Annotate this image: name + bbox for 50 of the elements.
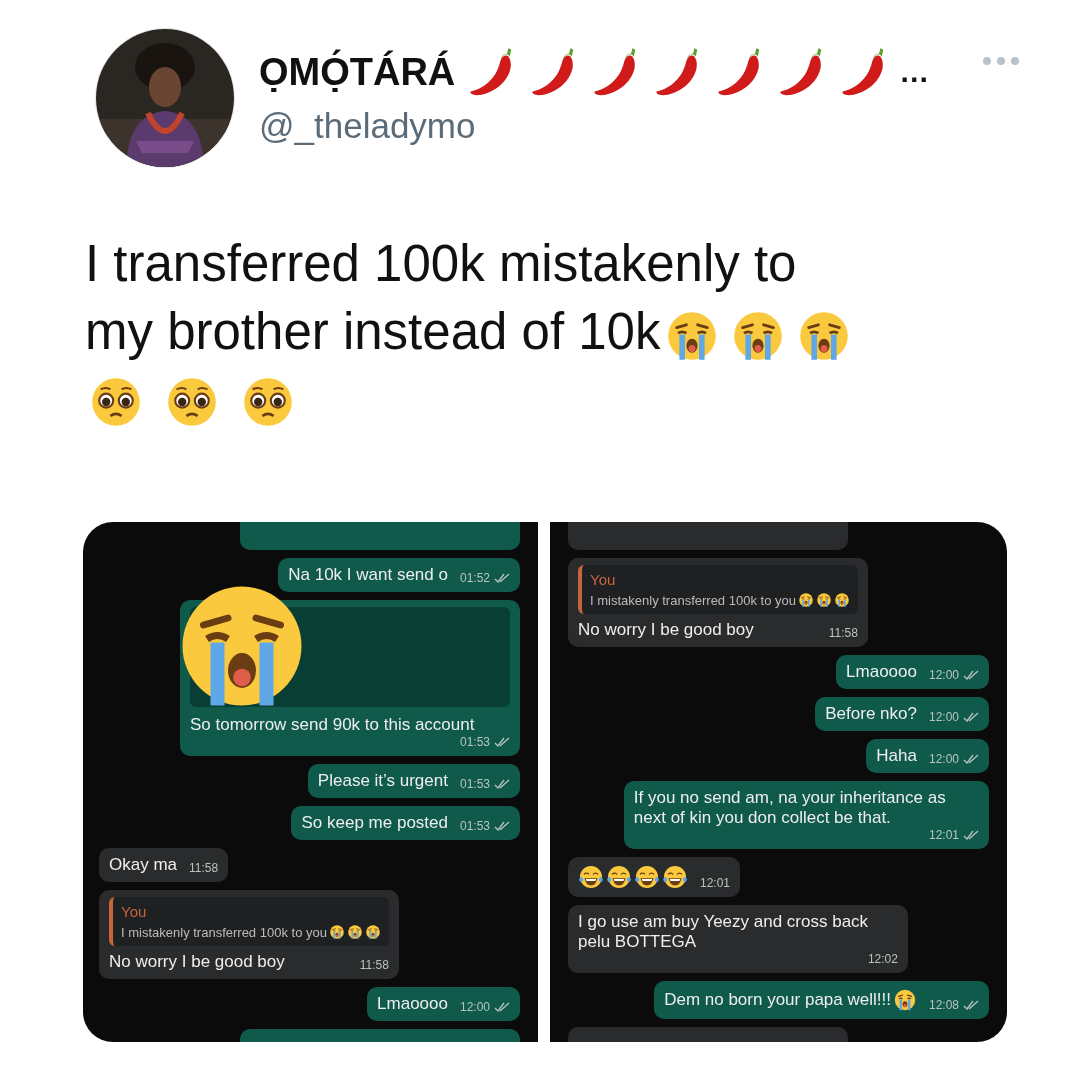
- message-time: 01:53: [459, 819, 490, 833]
- laughing-face-icon: [606, 864, 632, 890]
- message-text: No worry I be good boy: [109, 952, 286, 972]
- message-time: 01:53: [459, 777, 490, 791]
- message-text: Please it’s urgent: [317, 771, 448, 791]
- message-text: Haha: [876, 746, 917, 766]
- crying-face-icon: [833, 592, 850, 608]
- message-time: 11:58: [189, 861, 219, 875]
- quote-author: You: [590, 571, 617, 588]
- quote-text: I mistakenly transferred 100k to you: [590, 592, 796, 608]
- message-text: Before nko?: [825, 704, 917, 724]
- message-text: Lmaoooo: [377, 994, 448, 1014]
- message-time: 11:58: [828, 626, 858, 640]
- laughing-face-icon: [578, 864, 604, 890]
- crying-face-icon: [328, 924, 345, 940]
- crying-face-icon: [364, 924, 381, 940]
- crying-face-icon: [892, 988, 917, 1012]
- crying-face-icon: [797, 592, 814, 608]
- message-time: 12:02: [867, 952, 898, 966]
- crying-face-icon: [815, 592, 832, 608]
- message-text: Dem no born your papa well!!!: [664, 990, 891, 1010]
- message-time: 12:00: [928, 668, 959, 682]
- laughing-face-icon: [634, 864, 660, 890]
- message-time: 12:00: [459, 1000, 490, 1014]
- message-text: Lmaoooo: [846, 662, 917, 682]
- crying-face-icon: [346, 924, 363, 940]
- more-icon[interactable]: [982, 56, 1020, 66]
- message-time: 11:58: [359, 958, 389, 972]
- quote-author: You: [121, 903, 148, 920]
- tweet-text: my brother instead of 10k: [85, 302, 661, 362]
- message-text: I go use am buy Yeezy and cross back pelu BOTTEGA: [578, 912, 870, 952]
- message-text: Okay ma: [109, 855, 178, 875]
- message-time: 12:01: [928, 828, 959, 842]
- quote-text: I mistakenly transferred 100k to you: [121, 924, 327, 940]
- message-text: If you no send am, na your inheritance as next of kin you don collect be that.: [633, 788, 947, 828]
- message-time: 01:52: [459, 571, 490, 585]
- display-name: ỌMỌ́TÁRÁ: [259, 50, 456, 94]
- message-time: 12:00: [928, 710, 959, 724]
- message-time: 12:08: [928, 998, 959, 1012]
- message-text: So tomorrow send 90k to this account: [190, 715, 476, 735]
- laughing-face-icon: [662, 864, 688, 890]
- message-text: No worry I be good boy: [578, 620, 755, 640]
- message-text: So keep me posted: [301, 813, 448, 833]
- message-text: Na 10k I want send o: [288, 565, 448, 585]
- user-handle: @_theladymo: [259, 106, 477, 146]
- tweet-text: I transferred 100k mistakenly to: [85, 234, 797, 294]
- message-time: 12:01: [700, 876, 731, 890]
- name-ellipsis: …: [899, 55, 930, 89]
- message-time: 12:00: [928, 752, 959, 766]
- message-time: 01:53: [459, 735, 490, 749]
